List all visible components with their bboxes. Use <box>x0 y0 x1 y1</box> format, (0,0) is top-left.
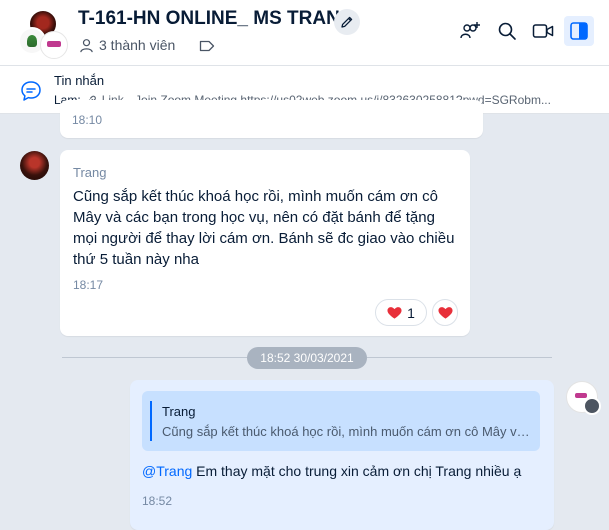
toggle-sidebar-button[interactable] <box>564 16 594 46</box>
message-time: 18:52 <box>142 494 173 508</box>
date-divider: 18:52 30/03/2021 <box>247 347 367 369</box>
pencil-icon <box>341 16 353 28</box>
add-member-icon <box>460 22 480 39</box>
pinned-title: Tin nhắn <box>54 73 105 88</box>
own-message-bubble[interactable]: Trang Cũng sắp kết thúc khoá học rồi, mì… <box>130 380 554 530</box>
member-count-label: 3 thành viên <box>99 37 176 53</box>
search-icon <box>498 22 516 40</box>
mention[interactable]: @Trang <box>142 463 192 479</box>
user-icon <box>80 38 93 52</box>
group-avatar[interactable] <box>18 9 68 59</box>
member-avatar <box>40 31 68 59</box>
message-time: 18:17 <box>73 278 104 292</box>
video-call-icon <box>532 24 554 38</box>
video-call-button[interactable] <box>528 16 558 46</box>
reaction-count: 1 <box>407 304 415 321</box>
react-button[interactable] <box>432 299 458 326</box>
edit-name-button[interactable] <box>334 9 360 35</box>
message-bubble[interactable]: Trang Cũng sắp kết thúc khoá học rồi, mì… <box>60 150 470 336</box>
group-title: T-161-HN ONLINE_ MS TRANG <box>78 8 355 29</box>
quoted-sender: Trang <box>162 404 196 419</box>
quoted-text: Cũng sắp kết thúc khoá học rồi, mình muố… <box>162 424 532 439</box>
divider <box>62 357 247 358</box>
heart-icon <box>437 306 453 319</box>
quoted-message[interactable]: Trang Cũng sắp kết thúc khoá học rồi, mì… <box>142 391 540 451</box>
member-count[interactable]: 3 thành viên <box>79 37 175 53</box>
sidebar-toggle-icon <box>570 22 588 40</box>
add-member-button[interactable] <box>456 16 486 46</box>
avatar[interactable] <box>20 151 49 180</box>
divider <box>367 357 552 358</box>
search-button[interactable] <box>492 16 522 46</box>
message-text: @Trang Em thay mặt cho trung xin cảm ơn … <box>142 463 521 479</box>
chat-header: T-161-HN ONLINE_ MS TRANG 3 thành viên <box>0 0 609 66</box>
quote-bar <box>150 401 152 441</box>
message-bubble[interactable]: 18:10 <box>60 100 483 138</box>
message-body: Em thay mặt cho trung xin cảm ơn chị Tra… <box>192 463 522 479</box>
chat-bubble-icon <box>21 81 41 101</box>
message-time: 18:10 <box>72 113 103 127</box>
sender-name: Trang <box>73 165 107 180</box>
sync-icon <box>583 397 601 415</box>
avatar[interactable] <box>566 381 601 415</box>
message-text: Cũng sắp kết thúc khoá học rồi, mình muố… <box>73 188 455 268</box>
heart-icon <box>387 306 402 319</box>
reaction-summary[interactable]: 1 <box>375 299 427 326</box>
tag-icon[interactable] <box>199 39 215 53</box>
